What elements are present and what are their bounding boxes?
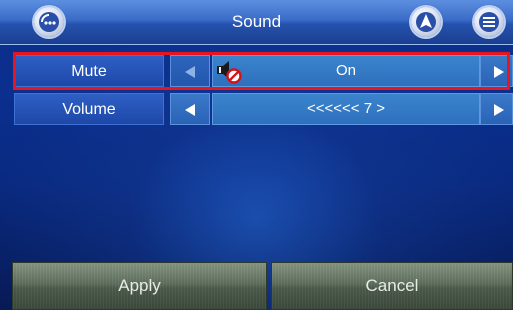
- sound-settings-screen: Sound Mute On Volume <<<<<< 7 > Apply Ca…: [0, 0, 513, 310]
- volume-right-arrow-button[interactable]: [480, 93, 513, 125]
- volume-label: Volume: [14, 93, 164, 125]
- volume-value: <<<<<< 7 >: [212, 93, 480, 125]
- title-bar: Sound: [0, 0, 513, 45]
- list-menu-icon: [479, 12, 499, 32]
- selection-highlight: [13, 52, 510, 90]
- navigation-arrow-icon: [416, 12, 436, 32]
- volume-setting-row[interactable]: Volume <<<<<< 7 >: [0, 93, 513, 125]
- navigation-button[interactable]: [411, 7, 441, 37]
- left-arrow-icon: [185, 104, 195, 116]
- menu-button[interactable]: [474, 7, 504, 37]
- cancel-button[interactable]: Cancel: [271, 262, 513, 310]
- right-arrow-icon: [494, 104, 504, 116]
- apply-button[interactable]: Apply: [12, 262, 267, 310]
- volume-left-arrow-button[interactable]: [170, 93, 210, 125]
